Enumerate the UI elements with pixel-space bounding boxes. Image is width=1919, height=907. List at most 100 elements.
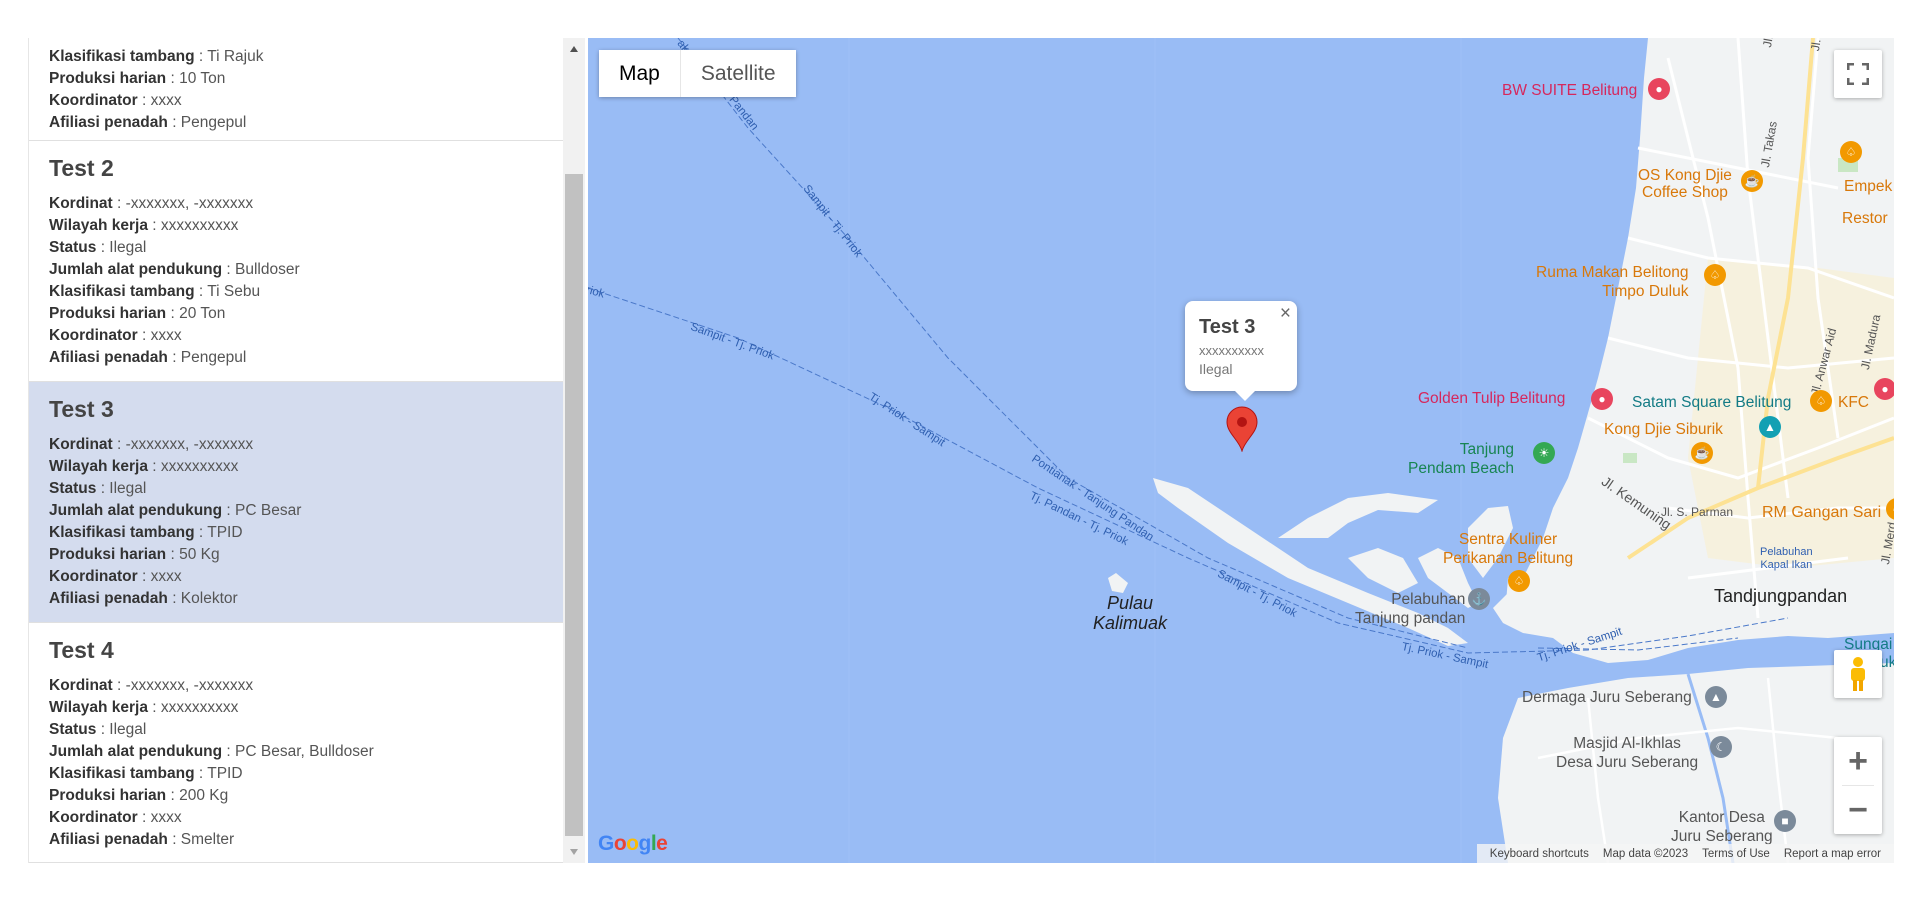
poi-label[interactable]: Masjid Al-Ikhlas Desa Juru Seberang <box>1556 734 1698 772</box>
field-koordinator: Koordinator : xxxx <box>49 327 182 344</box>
keyboard-shortcuts-link[interactable]: Keyboard shortcuts <box>1490 848 1589 860</box>
hotel-icon[interactable]: ● <box>1648 78 1670 100</box>
google-logo[interactable]: Google <box>598 832 668 856</box>
landmark-icon[interactable]: ▲ <box>1705 686 1727 708</box>
pegman-icon <box>1851 657 1865 691</box>
fullscreen-icon <box>1847 63 1869 85</box>
street-view-pegman-button[interactable] <box>1834 650 1882 698</box>
restaurant-icon[interactable]: ♤ <box>1508 570 1530 592</box>
list-item[interactable]: Test 2 Kordinat : -xxxxxxx, -xxxxxxx Wil… <box>29 141 563 382</box>
field-produksi: Produksi harian : 50 Kg <box>49 546 220 563</box>
close-icon[interactable]: × <box>1280 303 1291 325</box>
hotel-icon[interactable]: ● <box>1874 378 1894 400</box>
field-wilayah: Wilayah kerja : xxxxxxxxxx <box>49 699 239 716</box>
field-klasifikasi: Klasifikasi tambang : TPID <box>49 524 243 541</box>
office-icon[interactable]: ■ <box>1774 810 1796 832</box>
beach-icon[interactable]: ☀ <box>1533 442 1555 464</box>
field-klasifikasi: Klasifikasi tambang : TPID <box>49 765 243 782</box>
field-afiliasi: Afiliasi penadah : Kolektor <box>49 590 238 607</box>
list-item-selected[interactable]: Test 3 Kordinat : -xxxxxxx, -xxxxxxx Wil… <box>29 382 563 623</box>
poi-label[interactable]: Kantor Desa Juru Seberang <box>1671 808 1773 846</box>
mosque-icon[interactable]: ☾ <box>1710 736 1732 758</box>
map-type-control: Map Satellite <box>599 50 796 97</box>
poi-label[interactable]: Satam Square Belitung <box>1632 394 1791 412</box>
cafe-icon[interactable]: ☕ <box>1691 442 1713 464</box>
poi-label[interactable]: KFC <box>1838 394 1869 412</box>
field-alat: Jumlah alat pendukung : PC Besar, Bulldo… <box>49 743 374 760</box>
hotel-icon[interactable]: ● <box>1591 388 1613 410</box>
restaurant-icon[interactable]: ♤ <box>1704 264 1726 286</box>
poi-label[interactable]: Golden Tulip Belitung <box>1418 390 1565 408</box>
field-alat: Jumlah alat pendukung : PC Besar <box>49 502 302 519</box>
port-icon[interactable]: ⚓ <box>1468 588 1490 610</box>
field-produksi: Produksi harian : 20 Ton <box>49 305 226 322</box>
poi-label[interactable]: Sentra Kuliner Perikanan Belitung <box>1443 530 1573 568</box>
field-koordinator: Koordinator : xxxx <box>49 809 182 826</box>
map-data-text: Map data ©2023 <box>1602 847 1689 860</box>
field-koordinator: Koordinator : xxxx <box>49 92 182 109</box>
field-alat: Jumlah alat pendukung : Bulldoser <box>49 261 300 278</box>
poi-label[interactable]: RM Gangan Sari <box>1762 504 1881 522</box>
field-klasifikasi: Klasifikasi tambang : Ti Sebu <box>49 283 261 300</box>
field-afiliasi: Afiliasi penadah : Pengepul <box>49 114 247 131</box>
field-kordinat: Kordinat : -xxxxxxx, -xxxxxxx <box>49 195 254 212</box>
fullscreen-button[interactable] <box>1834 50 1882 98</box>
town-label: Tandjungpandan <box>1714 586 1848 606</box>
map-canvas[interactable]: ak Pandan Sampit - Tj. Priok riok Sampit… <box>588 38 1894 863</box>
card-title: Test 2 <box>49 155 114 181</box>
field-klasifikasi: Klasifikasi tambang : Ti Rajuk <box>49 48 264 65</box>
report-error-link[interactable]: Report a map error <box>1784 848 1881 860</box>
field-produksi: Produksi harian : 10 Ton <box>49 70 226 87</box>
terms-link[interactable]: Terms of Use <box>1702 848 1770 860</box>
zoom-out-button[interactable]: − <box>1834 786 1882 834</box>
location-list: Klasifikasi tambang : Ti Rajuk Produksi … <box>28 38 564 863</box>
list-item[interactable]: Klasifikasi tambang : Ti Rajuk Produksi … <box>29 38 563 141</box>
poi-label[interactable]: Tanjung Pendam Beach <box>1408 440 1514 478</box>
field-status: Status : Ilegal <box>49 239 147 256</box>
scroll-up-arrow-icon[interactable] <box>563 38 585 60</box>
field-koordinator: Koordinator : xxxx <box>49 568 182 585</box>
google-logo-g: G <box>598 832 614 855</box>
poi-label[interactable]: Kong Djie Siburik <box>1604 421 1723 439</box>
map-type-map-button[interactable]: Map <box>599 50 681 97</box>
field-produksi: Produksi harian : 200 Kg <box>49 787 229 804</box>
landmark-icon[interactable]: ▲ <box>1759 416 1781 438</box>
card-title: Test 3 <box>49 396 114 422</box>
cafe-icon[interactable]: ☕ <box>1741 170 1763 192</box>
infowindow-title: Test 3 <box>1199 316 1256 338</box>
street-label: Jl. S. Parman <box>1661 505 1734 519</box>
map-type-satellite-button[interactable]: Satellite <box>680 50 796 97</box>
poi-label: uk <box>1880 654 1894 671</box>
poi-label[interactable]: Dermaga Juru Seberang <box>1522 689 1692 707</box>
poi-label[interactable]: Pelabuhan Tanjung pandan <box>1355 590 1465 628</box>
map-marker-icon[interactable] <box>1225 406 1259 452</box>
field-kordinat: Kordinat : -xxxxxxx, -xxxxxxx <box>49 677 254 694</box>
poi-label[interactable]: OS Kong Djie Coffee Shop <box>1638 167 1732 201</box>
poi-label[interactable]: Empek <box>1844 178 1892 196</box>
list-item[interactable]: Test 4 Kordinat : -xxxxxxx, -xxxxxxx Wil… <box>29 623 563 863</box>
scroll-down-arrow-icon[interactable] <box>563 841 585 863</box>
zoom-control: + − <box>1834 737 1882 834</box>
restaurant-icon[interactable]: ♤ <box>1840 141 1862 163</box>
poi-label[interactable]: Restor <box>1842 210 1888 228</box>
field-status: Status : Ilegal <box>49 480 147 497</box>
card-title: Test 4 <box>49 637 114 663</box>
marker-infowindow[interactable]: Test 3 xxxxxxxxxx Ilegal × <box>1185 301 1297 401</box>
poi-label[interactable]: BW SUITE Belitung <box>1502 82 1637 100</box>
field-afiliasi: Afiliasi penadah : Pengepul <box>49 349 247 366</box>
field-afiliasi: Afiliasi penadah : Smelter <box>49 831 235 848</box>
list-scrollbar[interactable] <box>563 38 585 863</box>
infowindow-coordinates: xxxxxxxxxx <box>1199 343 1264 358</box>
map-attribution: Keyboard shortcuts Map data ©2023 Terms … <box>1476 844 1894 863</box>
island-label: Pulau Kalimuak <box>1093 593 1168 633</box>
field-status: Status : Ilegal <box>49 721 147 738</box>
scroll-thumb[interactable] <box>565 174 583 836</box>
zoom-in-button[interactable]: + <box>1834 737 1882 785</box>
field-kordinat: Kordinat : -xxxxxxx, -xxxxxxx <box>49 436 254 453</box>
field-wilayah: Wilayah kerja : xxxxxxxxxx <box>49 217 239 234</box>
restaurant-icon[interactable]: ♤ <box>1810 390 1832 412</box>
app-root: Klasifikasi tambang : Ti Rajuk Produksi … <box>0 0 1919 907</box>
poi-label[interactable]: Ruma Makan Belitong Timpo Duluk <box>1536 263 1689 301</box>
field-wilayah: Wilayah kerja : xxxxxxxxxx <box>49 458 239 475</box>
poi-label[interactable]: Pelabuhan Kapal Ikan <box>1760 546 1813 572</box>
